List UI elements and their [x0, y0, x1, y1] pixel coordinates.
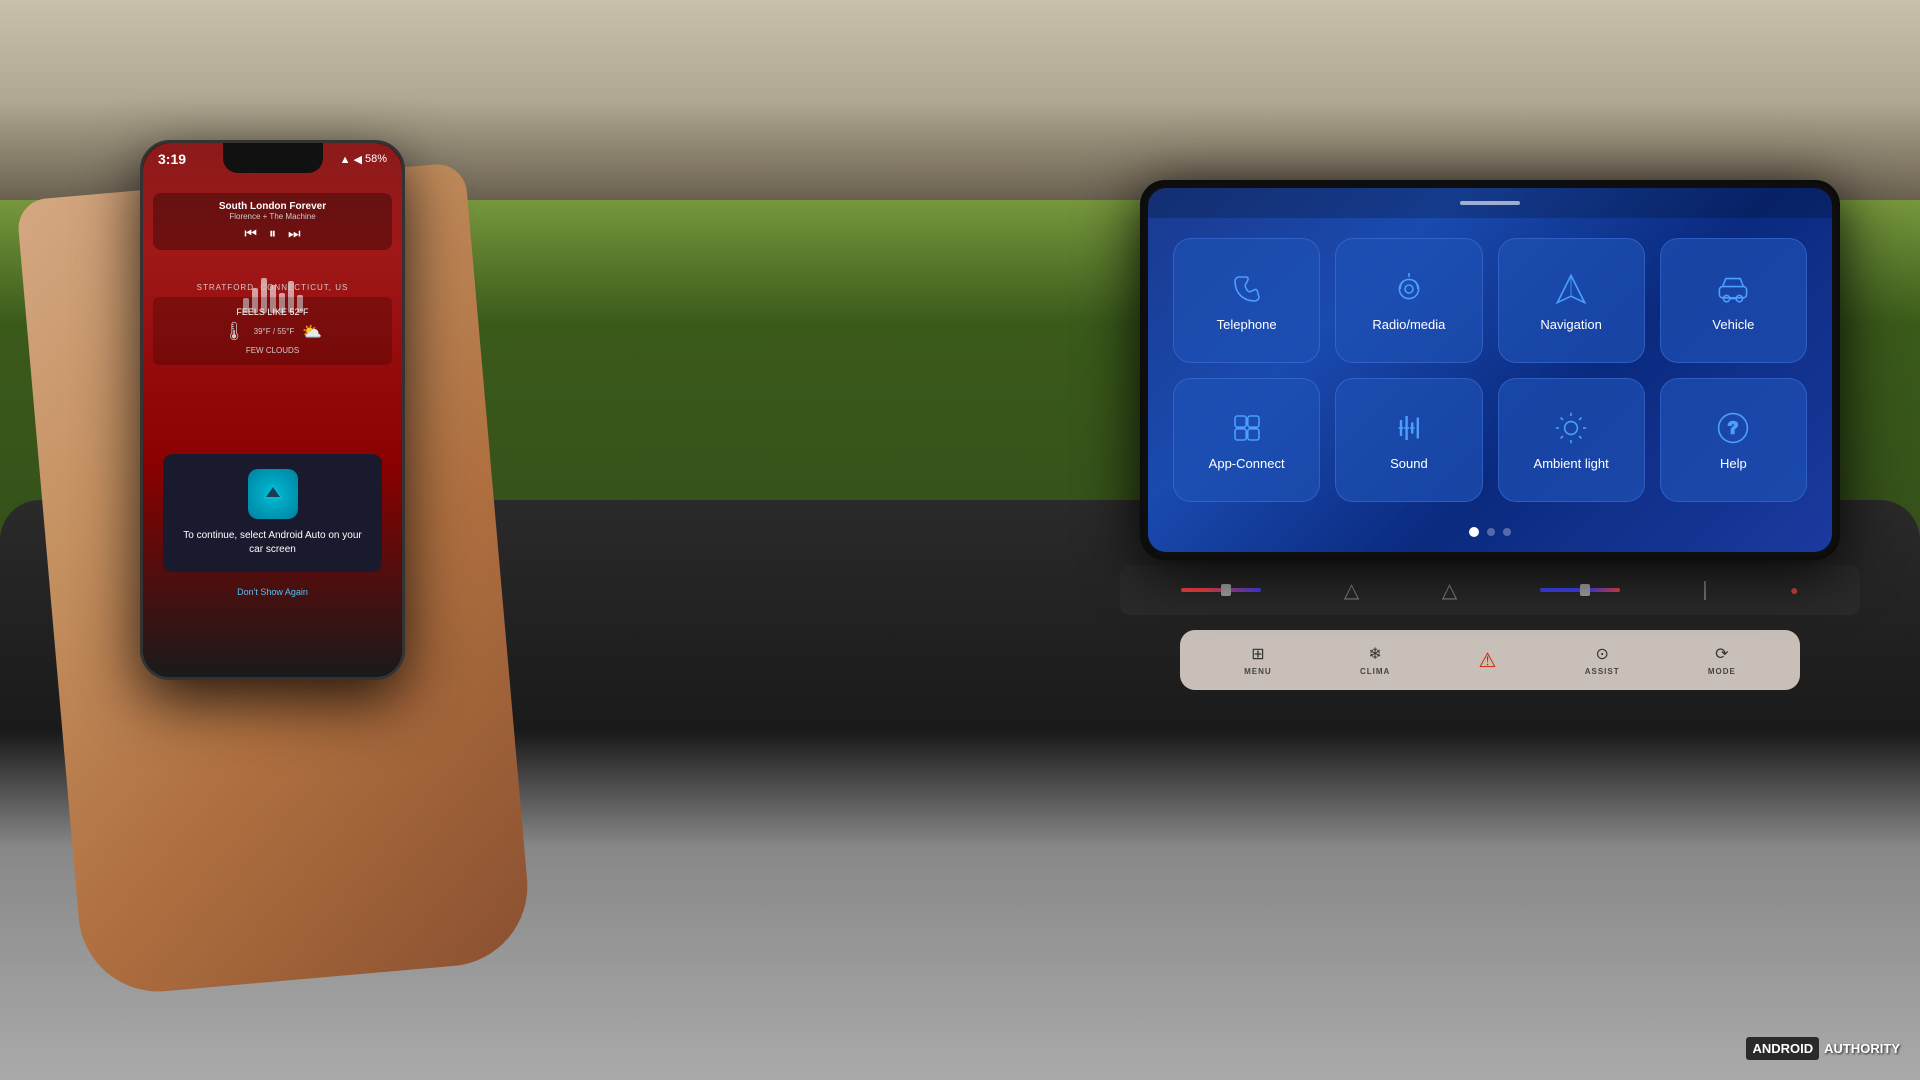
clima-icon: ❄	[1368, 644, 1381, 664]
clima-label: CLIMA	[1360, 667, 1390, 676]
car-physical-buttons: ⊞ MENU ❄ CLIMA ⚠ ⊙ ASSIST ⟳ MODE	[1180, 630, 1800, 690]
phone-music-controls: ⏮ ⏸ ⏭	[161, 225, 384, 242]
menu-icon: ⊞	[1251, 644, 1264, 664]
watermark-authority-text: AUTHORITY	[1824, 1041, 1900, 1056]
warning-dot: ●	[1790, 582, 1798, 598]
svg-text:?: ?	[1728, 418, 1739, 438]
climate-slider-1[interactable]	[1181, 588, 1261, 592]
car-menu-ambient-light[interactable]: Ambient light	[1498, 378, 1645, 503]
hazard-icon: ⚠	[1479, 648, 1497, 673]
help-icon: ?	[1713, 408, 1753, 448]
sound-label: Sound	[1390, 456, 1428, 471]
car-menu-navigation[interactable]: Navigation	[1498, 238, 1645, 363]
next-button[interactable]: ⏭	[288, 225, 301, 242]
climate-slider-2[interactable]	[1540, 588, 1620, 592]
phone-weather-temp: 39°F / 55°F	[254, 327, 295, 336]
vent-icon: △	[1442, 578, 1457, 603]
car-menu-radio-media[interactable]: Radio/media	[1335, 238, 1482, 363]
seat-icon: |	[1702, 579, 1707, 602]
phone-music-subtitle: Florence + The Machine	[161, 212, 384, 221]
phone-weather-condition: FEW CLOUDS	[163, 346, 382, 355]
aa-icon-svg	[258, 479, 288, 509]
phone-music-player[interactable]: South London Forever Florence + The Mach…	[153, 193, 392, 250]
ambient-light-label: Ambient light	[1534, 456, 1609, 471]
phone-status-icons: ▲ ◀ 58%	[340, 153, 387, 166]
android-auto-prompt: To continue, select Android Auto on your…	[178, 529, 367, 557]
car-climate-controls: △ △ | ●	[1120, 565, 1860, 615]
cloud-icon: ⛅	[302, 322, 322, 342]
phone-status-bar: 3:19 ▲ ◀ 58%	[158, 151, 387, 167]
vehicle-label: Vehicle	[1712, 317, 1754, 332]
car-menu-help[interactable]: ? Help	[1660, 378, 1807, 503]
navigation-label: Navigation	[1540, 317, 1601, 332]
page-dot-1[interactable]	[1469, 527, 1479, 537]
telephone-label: Telephone	[1217, 317, 1277, 332]
page-dot-2[interactable]	[1487, 528, 1495, 536]
phone-weather-temp-box: FEELS LIKE 52°F 🌡 39°F / 55°F ⛅ FEW CLOU…	[153, 297, 392, 365]
telephone-icon	[1227, 269, 1267, 309]
car-menu-telephone[interactable]: Telephone	[1173, 238, 1320, 363]
menu-label: MENU	[1244, 667, 1272, 676]
android-auto-button[interactable]: To continue, select Android Auto on your…	[163, 454, 382, 572]
vehicle-icon	[1713, 269, 1753, 309]
phone: 3:19 ▲ ◀ 58% South London Forever Floren…	[140, 140, 405, 680]
page-dot-3[interactable]	[1503, 528, 1511, 536]
watermark: ANDROID AUTHORITY	[1746, 1037, 1900, 1060]
fan-icon: △	[1344, 578, 1359, 603]
phone-android-auto-section: To continue, select Android Auto on your…	[163, 454, 382, 597]
car-screen: Telephone Radio/media Navig	[1148, 188, 1832, 552]
hazard-button[interactable]: ⚠	[1479, 648, 1497, 673]
phone-time: 3:19	[158, 151, 186, 167]
sound-icon	[1389, 408, 1429, 448]
car-menu-vehicle[interactable]: Vehicle	[1660, 238, 1807, 363]
car-menu-app-connect[interactable]: App-Connect	[1173, 378, 1320, 503]
android-auto-dismiss-link[interactable]: Don't Show Again	[163, 587, 382, 597]
prev-button[interactable]: ⏮	[244, 225, 257, 242]
menu-button[interactable]: ⊞ MENU	[1244, 644, 1272, 676]
watermark-android-text: ANDROID	[1746, 1037, 1819, 1060]
phone-music-title: South London Forever	[161, 201, 384, 212]
android-auto-icon	[248, 469, 298, 519]
assist-button[interactable]: ⊙ ASSIST	[1585, 644, 1620, 676]
radio-media-label: Radio/media	[1372, 317, 1445, 332]
mode-label: MODE	[1708, 667, 1736, 676]
mode-icon: ⟳	[1715, 644, 1728, 664]
car-screen-top-bar	[1148, 188, 1832, 218]
help-label: Help	[1720, 456, 1747, 471]
phone-screen: 3:19 ▲ ◀ 58% South London Forever Floren…	[143, 143, 402, 677]
app-connect-icon	[1227, 408, 1267, 448]
clima-button[interactable]: ❄ CLIMA	[1360, 644, 1390, 676]
assist-label: ASSIST	[1585, 667, 1620, 676]
navigation-icon	[1551, 269, 1591, 309]
radio-media-icon	[1389, 269, 1429, 309]
car-screen-indicator	[1460, 201, 1520, 205]
assist-icon: ⊙	[1595, 644, 1608, 664]
car-screen-page-dots	[1469, 527, 1511, 537]
phone-weather-feels: FEELS LIKE 52°F	[163, 307, 382, 317]
car-menu-sound[interactable]: Sound	[1335, 378, 1482, 503]
pause-button[interactable]: ⏸	[269, 225, 276, 242]
car-menu-grid: Telephone Radio/media Navig	[1148, 218, 1832, 522]
phone-weather-widget: STRATFORD, CONNECTICUT, US FEELS LIKE 52…	[153, 283, 392, 365]
ambient-light-icon	[1551, 408, 1591, 448]
car-screen-container: Telephone Radio/media Navig	[1140, 180, 1840, 560]
mode-button[interactable]: ⟳ MODE	[1708, 644, 1736, 676]
thermometer-icon: 🌡	[223, 321, 246, 342]
app-connect-label: App-Connect	[1209, 456, 1285, 471]
phone-weather-location: STRATFORD, CONNECTICUT, US	[153, 283, 392, 292]
hand-phone-container: 3:19 ▲ ◀ 58% South London Forever Floren…	[0, 80, 600, 980]
